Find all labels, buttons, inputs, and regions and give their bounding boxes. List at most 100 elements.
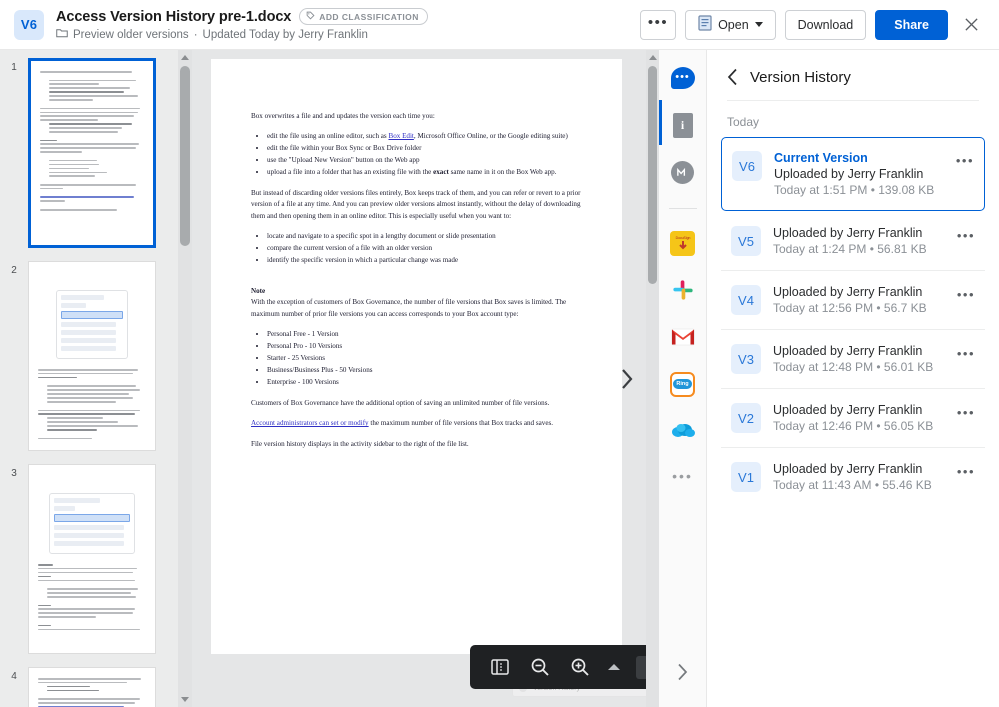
share-button[interactable]: Share: [875, 9, 948, 40]
add-classification-label: ADD CLASSIFICATION: [319, 11, 419, 22]
thumbnail-page-number: 4: [11, 671, 17, 682]
metadata-icon[interactable]: [669, 158, 697, 186]
version-meta: Today at 1:24 PM • 56.81 KB: [773, 242, 927, 256]
doc-list-item: Personal Pro - 10 Versions: [267, 341, 582, 352]
version-item-body: Uploaded by Jerry Franklin Today at 1:24…: [773, 226, 945, 256]
thumbnail-item[interactable]: 1: [0, 58, 178, 248]
document-page: Box overwrites a file and and updates th…: [211, 59, 622, 654]
thumbnail-item[interactable]: 4: [0, 667, 178, 707]
salesforce-icon[interactable]: [669, 417, 697, 445]
document-content: Box overwrites a file and and updates th…: [211, 59, 622, 450]
zoom-out-icon[interactable]: [528, 655, 552, 679]
ringcentral-icon[interactable]: Ring: [669, 370, 697, 398]
preview-scroll-up-icon[interactable]: [649, 55, 657, 60]
more-integrations-icon[interactable]: •••: [672, 468, 693, 484]
thumbnail-page-3[interactable]: [28, 464, 156, 654]
comments-icon[interactable]: •••: [669, 64, 697, 92]
version-list-item-v4[interactable]: V4 Uploaded by Jerry Franklin Today at 1…: [721, 271, 985, 330]
doc-list-item: Enterprise - 100 Versions: [267, 377, 582, 388]
doc-list-2: locate and navigate to a specific spot i…: [251, 231, 582, 266]
expand-sidebar-chevron-icon[interactable]: [665, 655, 699, 689]
version-item-menu-button[interactable]: •••: [956, 151, 974, 168]
breadcrumb[interactable]: Preview older versions: [73, 29, 189, 41]
file-details-icon[interactable]: i: [669, 111, 697, 139]
scroll-down-icon[interactable]: [181, 697, 189, 702]
version-uploader: Uploaded by Jerry Franklin: [773, 285, 923, 299]
version-history-header: Version History: [707, 50, 999, 100]
docusign-icon[interactable]: DocuSign: [669, 229, 697, 257]
header-actions: ••• Open Download Share: [640, 9, 985, 40]
preview-scrollbar-thumb[interactable]: [648, 66, 657, 284]
thumbnails-toggle-icon[interactable]: [488, 655, 512, 679]
back-chevron-icon[interactable]: [727, 68, 738, 86]
subtitle-separator: ·: [193, 28, 198, 41]
next-page-chevron-icon[interactable]: [614, 366, 640, 392]
thumbnail-scrollbar[interactable]: [178, 50, 192, 707]
zoom-in-icon[interactable]: [568, 655, 592, 679]
version-list-item-v2[interactable]: V2 Uploaded by Jerry Franklin Today at 1…: [721, 389, 985, 448]
thumbnail-page-2[interactable]: [28, 261, 156, 451]
add-classification-button[interactable]: ADD CLASSIFICATION: [299, 8, 428, 25]
version-item-menu-button[interactable]: •••: [957, 344, 975, 361]
thumbnail-scrollbar-thumb[interactable]: [180, 66, 190, 246]
sidebar-divider: [668, 208, 697, 209]
scroll-up-icon[interactable]: [181, 55, 189, 60]
account-admin-link[interactable]: Account administrators can set or modify: [251, 419, 369, 427]
doc-paragraph-4: Customers of Box Governance have the add…: [251, 398, 550, 407]
app-header: V6 Access Version History pre-1.docx ADD…: [0, 0, 999, 50]
doc-list-item: Business/Business Plus - 50 Versions: [267, 365, 582, 376]
doc-list-3: Personal Free - 1 Version Personal Pro -…: [251, 329, 582, 388]
gmail-icon[interactable]: [669, 323, 697, 351]
version-list-item-v5[interactable]: V5 Uploaded by Jerry Franklin Today at 1…: [721, 212, 985, 271]
close-icon[interactable]: [957, 11, 985, 39]
thumbnail-item[interactable]: 2: [0, 261, 178, 451]
box-edit-link[interactable]: Box Edit: [388, 132, 413, 140]
version-uploader: Uploaded by Jerry Franklin: [773, 344, 923, 358]
doc-list-item: compare the current version of a file wi…: [267, 243, 582, 254]
header-version-badge: V6: [14, 9, 44, 40]
slack-icon[interactable]: [669, 276, 697, 304]
page-title: Access Version History pre-1.docx: [56, 8, 292, 25]
version-badge: V5: [731, 226, 761, 256]
doc-list-item: edit the file within your Box Sync or Bo…: [267, 143, 582, 154]
version-item-menu-button[interactable]: •••: [957, 462, 975, 479]
chevron-down-icon: [754, 22, 763, 27]
version-meta: Today at 12:48 PM • 56.01 KB: [773, 360, 934, 374]
version-item-menu-button[interactable]: •••: [957, 226, 975, 243]
doc-note-heading: Note: [251, 286, 266, 295]
thumbnail-page-1[interactable]: [28, 58, 156, 248]
version-list-item-v1[interactable]: V1 Uploaded by Jerry Franklin Today at 1…: [721, 448, 985, 506]
more-options-button[interactable]: •••: [640, 9, 677, 40]
version-meta: Today at 12:56 PM • 56.7 KB: [773, 301, 927, 315]
docusign-glyph: DocuSign: [670, 230, 695, 256]
version-badge: V4: [731, 285, 761, 315]
version-item-body: Uploaded by Jerry Franklin Today at 12:4…: [773, 344, 945, 374]
updated-info: Updated Today by Jerry Franklin: [202, 28, 368, 41]
version-history-panel: Version History Today V6 Current Version…: [707, 50, 999, 707]
version-group-label: Today: [727, 115, 760, 129]
integrations-sidebar: ••• i DocuSign Ring •••: [659, 50, 707, 707]
thumbnail-item[interactable]: 3: [0, 464, 178, 654]
thumbnail-page-number: 2: [11, 265, 17, 276]
version-item-menu-button[interactable]: •••: [957, 285, 975, 302]
version-list-item-v3[interactable]: V3 Uploaded by Jerry Franklin Today at 1…: [721, 330, 985, 389]
preview-scrollbar[interactable]: [646, 50, 659, 707]
version-list-item-v6[interactable]: V6 Current Version Uploaded by Jerry Fra…: [721, 137, 985, 211]
version-item-menu-button[interactable]: •••: [957, 403, 975, 420]
doc-paragraph-5-rest: the maximum number of file versions that…: [368, 419, 554, 428]
page-indicator[interactable]: 1 / 4: [636, 655, 646, 679]
version-history-title: Version History: [750, 68, 851, 86]
doc-list-item: Personal Free - 1 Version: [267, 329, 582, 340]
download-button[interactable]: Download: [784, 9, 867, 40]
page-thumbnail-rail[interactable]: 1 2 3 4: [0, 50, 178, 707]
doc-paragraph-3: With the exception of customers of Box G…: [251, 298, 567, 318]
previous-page-icon[interactable]: [608, 664, 620, 670]
version-list: V6 Current Version Uploaded by Jerry Fra…: [707, 137, 999, 506]
comments-bubble: •••: [670, 67, 695, 89]
version-item-body: Current Version Uploaded by Jerry Frankl…: [774, 151, 944, 197]
open-button[interactable]: Open: [685, 9, 776, 40]
metadata-glyph: [671, 160, 694, 184]
thumbnail-page-4[interactable]: [28, 667, 156, 707]
version-badge: V1: [731, 462, 761, 492]
version-badge: V6: [732, 151, 762, 181]
